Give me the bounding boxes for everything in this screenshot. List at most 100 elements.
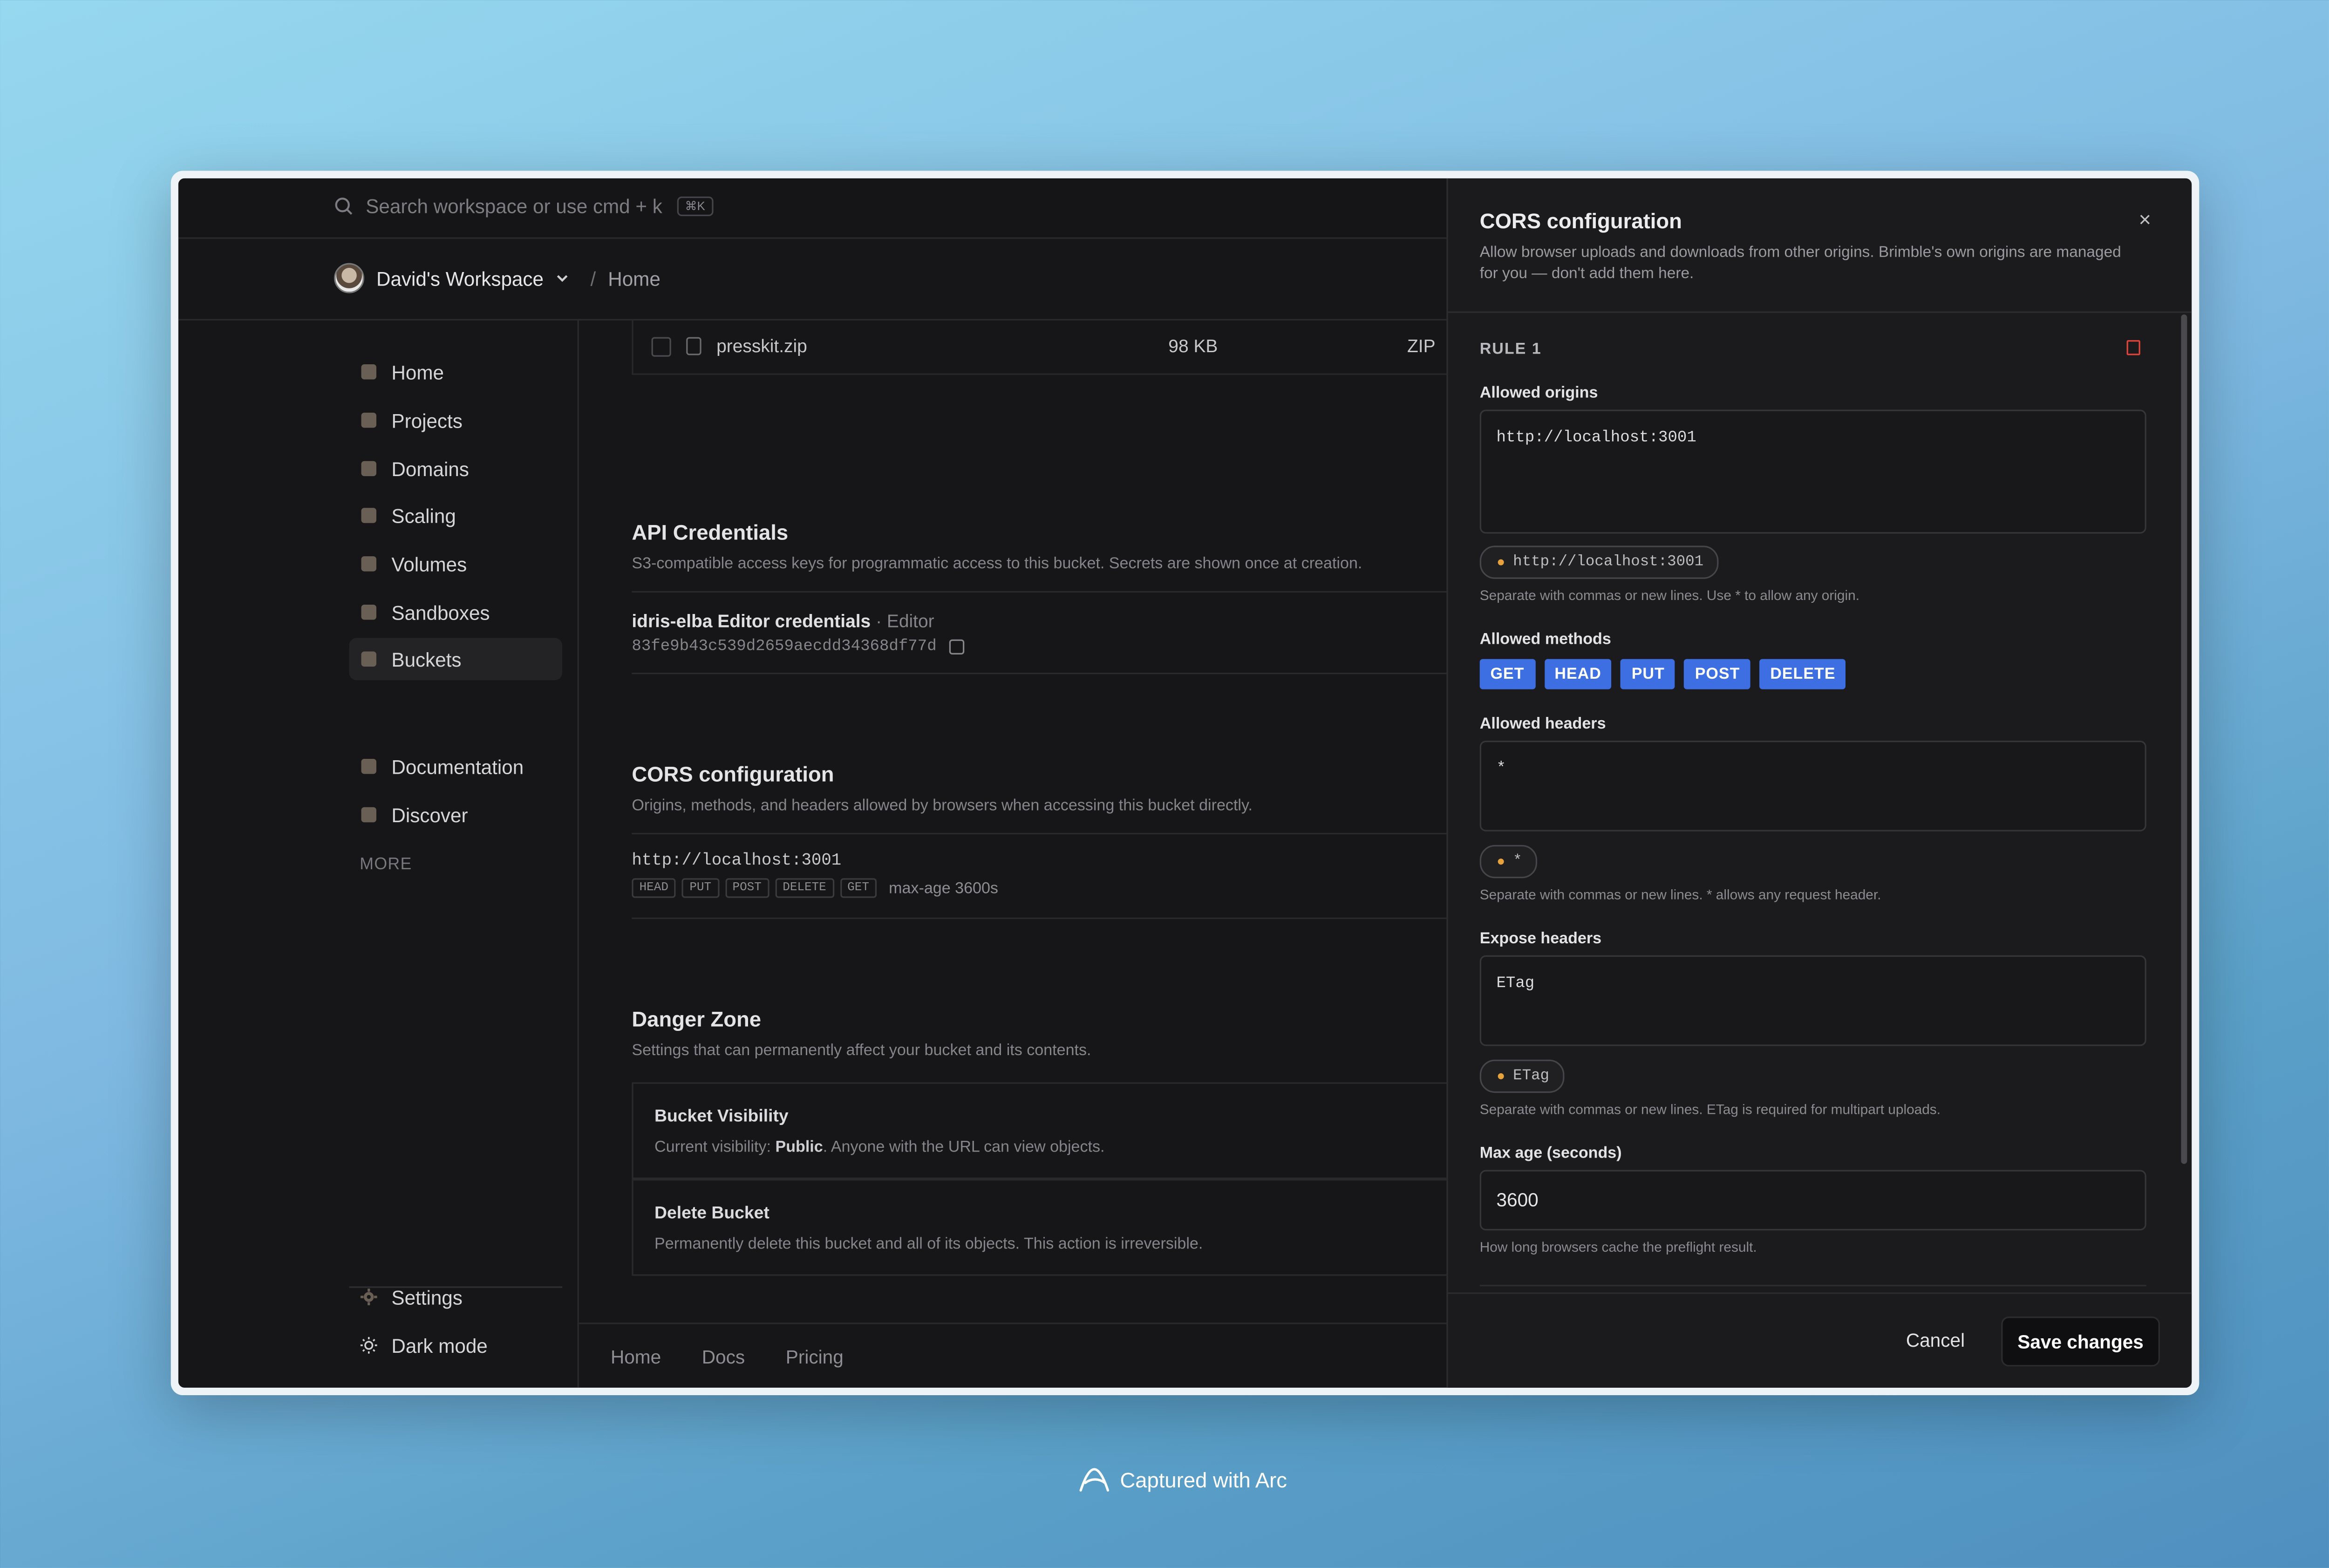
expose-headers-label: Expose headers (1479, 929, 1602, 948)
allowed-headers-label: Allowed headers (1479, 715, 1606, 733)
sidebar-item-label: Settings (391, 1285, 463, 1309)
method-tag: PUT (682, 878, 719, 898)
method-toggle-head[interactable]: HEAD (1544, 659, 1612, 689)
breadcrumb-separator: / (590, 266, 596, 290)
divider (1448, 311, 2192, 313)
max-age-input[interactable]: 3600 (1479, 1170, 2146, 1231)
sidebar-item-discover[interactable]: Discover (349, 794, 563, 836)
breadcrumb: David's Workspace / Home (178, 239, 1447, 320)
trash-icon[interactable] (2126, 340, 2140, 355)
allowed-origins-input[interactable]: http://localhost:3001 (1479, 409, 2146, 534)
expose-chip[interactable]: ETag (1479, 1059, 1565, 1093)
sidebar-item-label: Scaling (391, 504, 456, 527)
top-bar: Search workspace or use cmd + k ⌘K (178, 178, 1447, 239)
api-credentials-title: API Credentials (632, 520, 789, 545)
danger-zone-title: Danger Zone (632, 1007, 762, 1031)
projects-icon (361, 412, 376, 428)
cancel-button[interactable]: Cancel (1906, 1330, 1965, 1351)
method-toggle-put[interactable]: PUT (1621, 659, 1675, 689)
cors-config-panel: CORS configuration Allow browser uploads… (1446, 178, 2192, 1388)
domains-icon (361, 461, 376, 477)
buckets-icon (361, 651, 376, 667)
status-dot (1498, 559, 1504, 566)
max-age-hint: How long browsers cache the preflight re… (1479, 1239, 1757, 1255)
sidebar-item-label: Buckets (391, 648, 462, 671)
sidebar-item-settings[interactable]: Settings (349, 1276, 563, 1318)
cors-origin: http://localhost:3001 (632, 852, 842, 871)
footer-link-home[interactable]: Home (611, 1346, 661, 1367)
file-type: ZIP (1407, 335, 1436, 357)
main-content: presskit.zip 98 KB ZIP API Credentials S… (579, 319, 1447, 1388)
api-credentials-subtitle: S3-compatible access keys for programmat… (632, 554, 1362, 573)
sidebar: Home Projects Domains Scaling Volumes Sa… (178, 319, 579, 1388)
delete-bucket-desc: Permanently delete this bucket and all o… (654, 1235, 1203, 1254)
workspace-switcher[interactable]: David's Workspace (376, 267, 544, 290)
table-row[interactable]: presskit.zip 98 KB ZIP (632, 319, 1447, 375)
sidebar-item-sandboxes[interactable]: Sandboxes (349, 591, 563, 634)
visibility-value: Public (775, 1138, 823, 1157)
headers-hint: Separate with commas or new lines. * all… (1479, 887, 1881, 903)
chevron-down-icon[interactable] (554, 271, 569, 286)
sidebar-item-projects[interactable]: Projects (349, 399, 563, 442)
sidebar-item-buckets[interactable]: Buckets (349, 638, 563, 681)
sidebar-item-label: Sandboxes (391, 600, 490, 624)
allowed-methods-label: Allowed methods (1479, 630, 1611, 649)
save-changes-button[interactable]: Save changes (2001, 1316, 2160, 1367)
search-placeholder: Search workspace or use cmd + k (366, 195, 662, 218)
delete-bucket-card[interactable]: Delete Bucket Permanently delete this bu… (632, 1179, 1447, 1276)
divider (632, 591, 1447, 593)
divider (632, 832, 1447, 835)
shortcut-badge: ⌘K (677, 196, 713, 217)
allowed-headers-input[interactable]: * (1479, 741, 2146, 832)
bucket-visibility-card[interactable]: Bucket Visibility Current visibility: Pu… (632, 1082, 1447, 1179)
sidebar-item-label: Domains (391, 457, 469, 480)
scrollbar[interactable] (2181, 314, 2187, 1164)
status-dot (1498, 1073, 1504, 1079)
method-tag: DELETE (775, 878, 834, 898)
credential-role: · Editor (876, 610, 934, 632)
divider (1479, 1285, 2146, 1287)
sidebar-item-label: Documentation (391, 755, 524, 778)
footer-link-docs[interactable]: Docs (702, 1346, 745, 1367)
origin-chip[interactable]: http://localhost:3001 (1479, 545, 1719, 579)
sidebar-item-home[interactable]: Home (349, 351, 563, 393)
sidebar-section-more: MORE (360, 855, 412, 874)
origins-hint: Separate with commas or new lines. Use *… (1479, 588, 1860, 603)
expose-headers-input[interactable]: ETag (1479, 955, 2146, 1046)
zip-file-icon (686, 337, 701, 355)
row-checkbox[interactable] (651, 336, 671, 356)
avatar[interactable] (334, 263, 365, 293)
method-toggle-get[interactable]: GET (1479, 659, 1535, 689)
scaling-icon (361, 508, 376, 523)
sun-icon (360, 1337, 377, 1354)
search-icon (335, 198, 353, 215)
file-name[interactable]: presskit.zip (716, 335, 1168, 356)
dark-mode-toggle[interactable]: Dark mode (349, 1324, 563, 1367)
cors-section-title: CORS configuration (632, 762, 834, 786)
documentation-icon (361, 758, 376, 774)
gear-icon (360, 1288, 377, 1305)
method-toggle-post[interactable]: POST (1684, 659, 1751, 689)
sidebar-item-label: Projects (391, 409, 463, 432)
copy-icon[interactable] (948, 639, 964, 655)
breadcrumb-home[interactable]: Home (608, 267, 661, 290)
sidebar-item-documentation[interactable]: Documentation (349, 745, 563, 788)
sidebar-item-label: Volumes (391, 552, 467, 575)
capture-label: Captured with Arc (1076, 1465, 1287, 1495)
sidebar-item-volumes[interactable]: Volumes (349, 543, 563, 585)
delete-bucket-title: Delete Bucket (654, 1205, 770, 1223)
sidebar-item-label: Dark mode (391, 1334, 488, 1357)
sidebar-item-scaling[interactable]: Scaling (349, 494, 563, 537)
cors-methods: HEAD PUT POST DELETE GET max-age 3600s (632, 878, 998, 898)
method-tag: HEAD (632, 878, 676, 898)
close-icon[interactable]: × (2139, 207, 2152, 232)
expose-hint: Separate with commas or new lines. ETag … (1479, 1102, 1941, 1117)
status-dot (1498, 859, 1504, 865)
arc-logo-icon (1079, 1468, 1110, 1492)
discover-icon (361, 807, 376, 823)
method-toggle-delete[interactable]: DELETE (1759, 659, 1846, 689)
header-chip[interactable]: * (1479, 845, 1538, 879)
search-bar[interactable]: Search workspace or use cmd + k ⌘K (334, 195, 713, 218)
footer-link-pricing[interactable]: Pricing (786, 1346, 844, 1367)
sidebar-item-domains[interactable]: Domains (349, 447, 563, 490)
